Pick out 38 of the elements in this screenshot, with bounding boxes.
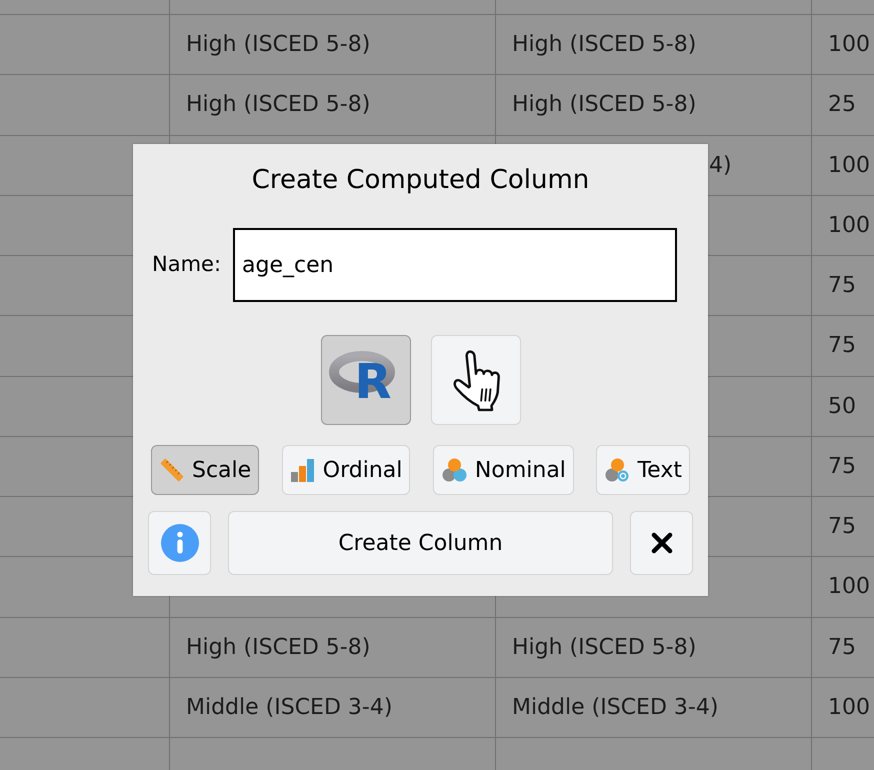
circles-icon [604, 457, 630, 483]
table-cell-text: 75 [828, 332, 856, 360]
name-label: Name: [152, 251, 222, 278]
table-cell-text: High (ISCED 5-8) [186, 31, 370, 60]
table-cell-text: 50 [828, 392, 856, 421]
info-button[interactable] [148, 511, 211, 575]
table-cell-text: 25 [828, 91, 856, 120]
scale-type-button[interactable]: Scale [151, 445, 260, 495]
bar-chart-icon [290, 457, 316, 483]
hand-mode-button[interactable] [430, 335, 520, 425]
table-cell-text: 100 [828, 573, 870, 602]
text-type-button[interactable]: Text [596, 445, 690, 495]
table-cell-text: 100 [828, 212, 870, 240]
table-cell-text: High (ISCED 5-8) [512, 634, 696, 662]
close-button[interactable] [630, 511, 693, 575]
table-cell-text: High (ISCED 5-8) [512, 91, 696, 120]
close-icon [650, 532, 672, 554]
table-cell-text: 75 [828, 634, 856, 662]
dialog-title: Create Computed Column [252, 164, 590, 196]
info-icon [160, 524, 198, 562]
table-cell-text: Middle (ISCED 3-4) [512, 694, 718, 722]
table-cell-text: 75 [828, 272, 856, 300]
table-cell-text: High (ISCED 5-8) [186, 634, 370, 662]
circles-icon [440, 457, 468, 483]
table-cell-text: 100 [828, 31, 870, 60]
table-cell-text: High (ISCED 5-8) [512, 31, 696, 60]
table-cell-text: 100 [828, 152, 870, 180]
table-cell-text: High (ISCED 5-8) [186, 91, 370, 120]
name-field[interactable]: age_cen [233, 228, 677, 302]
ordinal-type-button[interactable]: Ordinal [282, 445, 410, 495]
table-cell-text: 100 [828, 694, 870, 722]
nominal-type-button[interactable]: Nominal [432, 445, 574, 495]
table-cell-text: 4) [709, 152, 732, 180]
table-cell-text: Middle (ISCED 3-4) [186, 694, 392, 722]
r-mode-button[interactable]: R [320, 335, 410, 425]
table-cell-text: 75 [828, 513, 856, 542]
table-cell-text: 75 [828, 452, 856, 481]
create-column-button[interactable]: Create Column [228, 511, 613, 575]
